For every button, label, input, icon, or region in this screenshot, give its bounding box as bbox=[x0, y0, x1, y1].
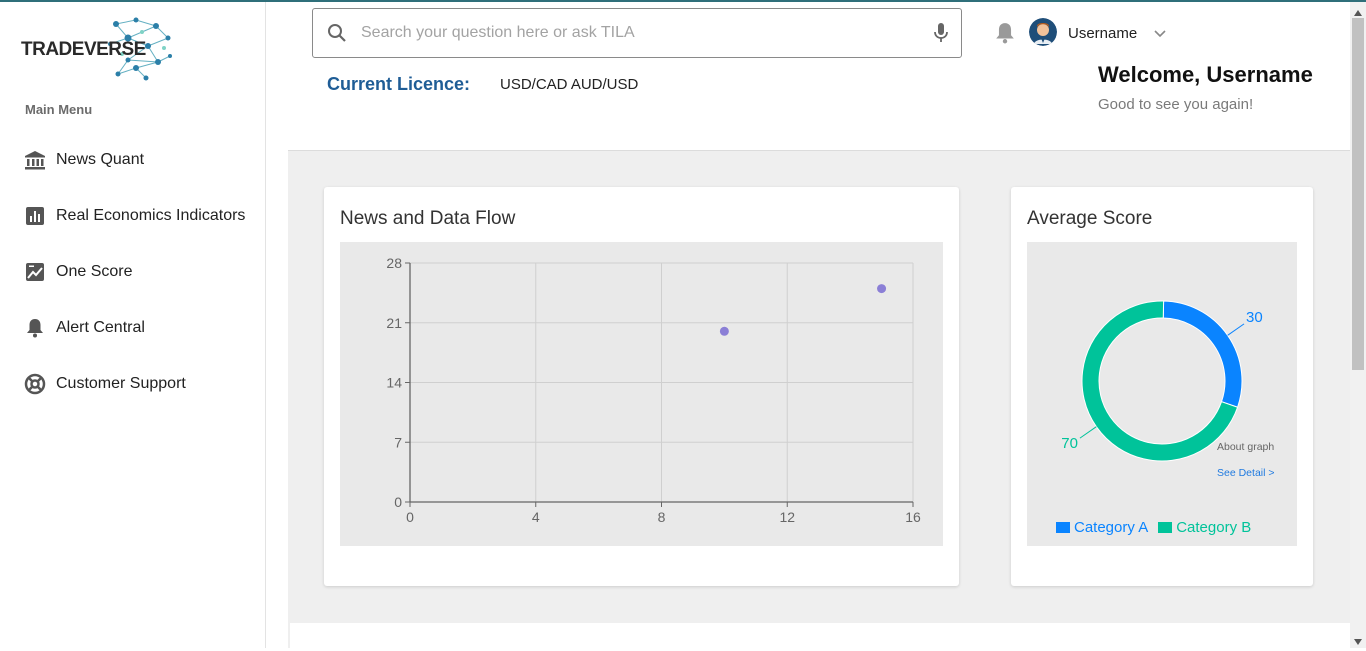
search-input[interactable] bbox=[361, 24, 921, 42]
score-chart-icon bbox=[24, 261, 46, 283]
average-score-card: Average Score 30 70 About graph See Detai… bbox=[1011, 187, 1313, 586]
bell-icon bbox=[24, 317, 46, 339]
scatter-point bbox=[719, 326, 729, 336]
sidebar-item-label: Alert Central bbox=[56, 319, 145, 336]
search-icon[interactable] bbox=[317, 23, 357, 43]
legend-label: Category A bbox=[1074, 519, 1149, 536]
scatter-plot-area: 0 4 8 12 16 0 7 14 21 28 bbox=[340, 242, 943, 546]
y-tick-label: 28 bbox=[386, 255, 402, 271]
search-bar[interactable] bbox=[312, 8, 962, 58]
slice-value-label: 30 bbox=[1246, 309, 1263, 326]
legend-item[interactable]: Category B bbox=[1158, 519, 1251, 536]
next-card-edge bbox=[290, 623, 1350, 648]
see-detail-link[interactable]: See Detail > bbox=[1217, 467, 1275, 479]
scatter-point bbox=[877, 284, 887, 294]
scrollbar-thumb[interactable] bbox=[1352, 18, 1364, 370]
donut-slice bbox=[1162, 300, 1243, 408]
slice-leader-line bbox=[1227, 323, 1245, 336]
sidebar-item-label: Real Economics Indicators bbox=[56, 207, 246, 224]
scroll-up-arrow-icon[interactable] bbox=[1353, 4, 1363, 22]
sidebar-item-customer-support[interactable]: Customer Support bbox=[24, 369, 186, 399]
username-label[interactable]: Username bbox=[1068, 25, 1137, 42]
x-tick-label: 12 bbox=[779, 509, 795, 525]
slice-leader-line bbox=[1079, 426, 1097, 439]
legend-label: Category B bbox=[1176, 519, 1252, 536]
y-tick-label: 0 bbox=[394, 494, 402, 510]
current-licence-label: Current Licence: bbox=[327, 74, 471, 94]
about-graph-label: About graph bbox=[1217, 441, 1275, 453]
x-tick-label: 0 bbox=[406, 509, 414, 525]
y-tick-label: 21 bbox=[386, 315, 402, 331]
y-tick-label: 14 bbox=[386, 375, 402, 391]
brand-name: TRADEVERSE bbox=[21, 39, 146, 60]
legend-item[interactable]: Category A bbox=[1056, 519, 1148, 536]
legend-swatch bbox=[1158, 522, 1173, 533]
donut-plot-area: 30 70 About graph See Detail > Category A… bbox=[1027, 242, 1297, 546]
sidebar-item-real-economics-indicators[interactable]: Real Economics Indicators bbox=[24, 201, 245, 231]
x-tick-label: 16 bbox=[905, 509, 921, 525]
sidebar-item-label: Customer Support bbox=[56, 375, 186, 392]
notifications-bell-icon[interactable] bbox=[995, 22, 1015, 49]
donut-chart: 30 70 bbox=[1061, 300, 1263, 462]
bank-icon bbox=[24, 149, 46, 171]
sidebar-item-label: One Score bbox=[56, 263, 133, 280]
card-title: News and Data Flow bbox=[340, 208, 516, 229]
sidebar-item-alert-central[interactable]: Alert Central bbox=[24, 313, 145, 343]
scroll-down-arrow-icon[interactable] bbox=[1353, 633, 1363, 651]
microphone-icon[interactable] bbox=[921, 22, 961, 44]
chevron-down-icon[interactable] bbox=[1153, 26, 1167, 44]
lifebuoy-icon bbox=[24, 373, 46, 395]
scatter-chart: 0 4 8 12 16 0 7 14 21 28 bbox=[386, 255, 921, 525]
welcome-subtitle: Good to see you again! bbox=[1098, 96, 1254, 113]
sidebar-item-label: News Quant bbox=[56, 151, 145, 168]
slice-value-label: 70 bbox=[1061, 435, 1078, 452]
donut-legend: Category A Category B bbox=[1056, 519, 1261, 536]
x-tick-label: 8 bbox=[658, 509, 666, 525]
avatar[interactable] bbox=[1029, 18, 1057, 46]
welcome-heading: Welcome, Username bbox=[1098, 62, 1313, 87]
y-tick-label: 7 bbox=[394, 434, 402, 450]
card-title: Average Score bbox=[1027, 208, 1153, 229]
bar-chart-icon bbox=[24, 205, 46, 227]
current-licence-value: USD/CAD AUD/USD bbox=[500, 76, 639, 93]
sidebar: TRADEVERSE Main Menu News Quant Real Eco… bbox=[0, 2, 266, 648]
legend-swatch bbox=[1056, 522, 1070, 533]
x-tick-label: 4 bbox=[532, 509, 540, 525]
sidebar-item-news-quant[interactable]: News Quant bbox=[24, 145, 144, 175]
sidebar-item-one-score[interactable]: One Score bbox=[24, 257, 132, 287]
brand-logo[interactable]: TRADEVERSE bbox=[18, 16, 178, 84]
news-data-flow-card: News and Data Flow 0 4 8 12 16 0 7 14 21 28 bbox=[324, 187, 959, 586]
main-menu-heading: Main Menu bbox=[25, 102, 93, 117]
